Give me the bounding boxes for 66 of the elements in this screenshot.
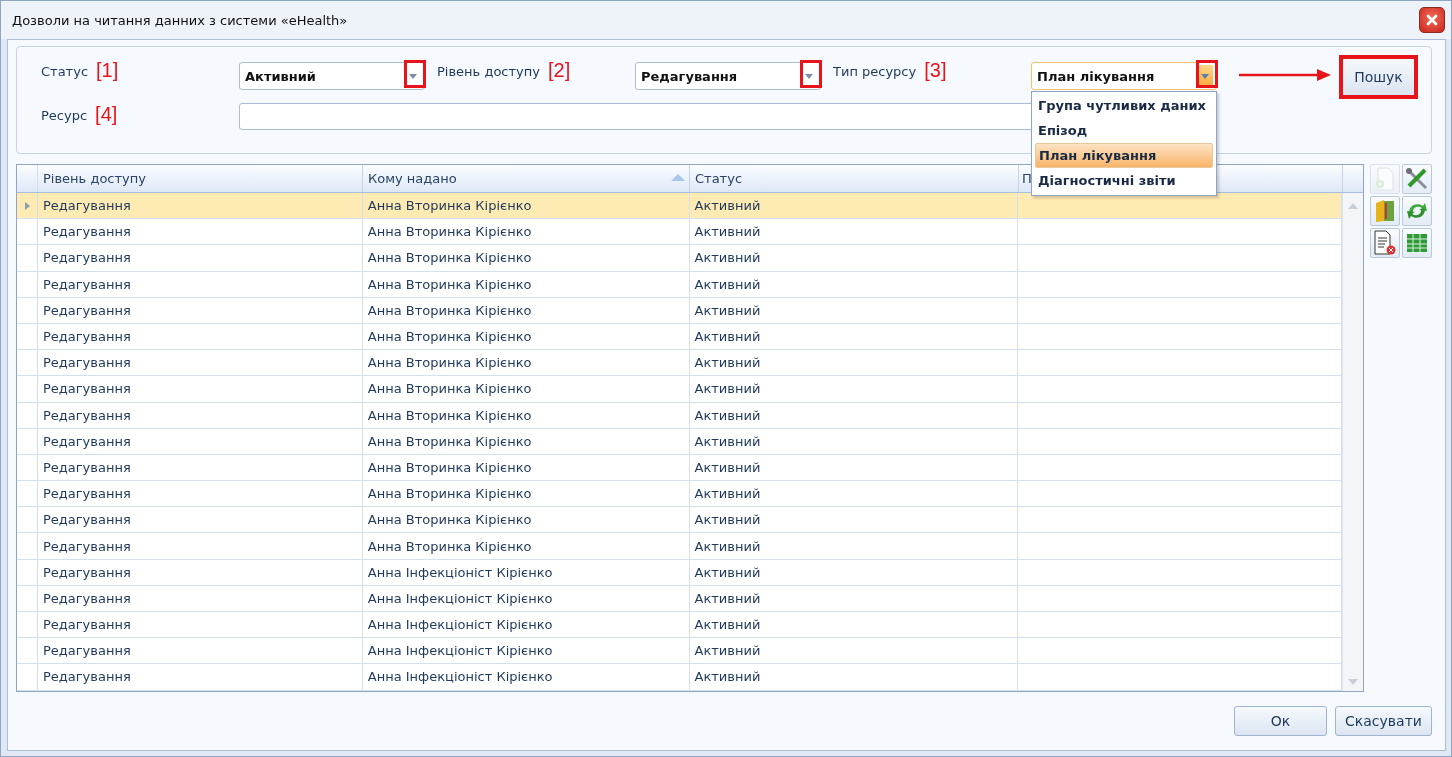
table-cell: Анна Вторинка Кірієнко (362, 481, 690, 507)
table-cell: Анна Вторинка Кірієнко (362, 402, 690, 428)
table-cell: Редагування (38, 350, 363, 376)
field-label: Статус (41, 63, 89, 79)
window-title: Дозволи на читання данних з системи «eHealth» (12, 12, 348, 28)
table-cell: Анна Інфекціоніст Кірієнко (362, 612, 690, 638)
table-cell: Редагування (38, 612, 363, 638)
table-cell: Редагування (38, 585, 363, 611)
table-cell: Активний (689, 559, 1019, 585)
table-cell: Редагування (38, 376, 363, 402)
table-cell: Редагування (38, 323, 363, 350)
annotation-number: [1] (96, 59, 119, 81)
table-cell: Активний (689, 664, 1019, 690)
table-cell: Активний (689, 428, 1019, 454)
table-cell: Анна Інфекціоніст Кірієнко (362, 638, 690, 664)
table-cell: Активний (689, 245, 1019, 271)
table-cell: Активний (689, 350, 1019, 376)
table-cell: Активний (689, 585, 1019, 611)
table-cell: Анна Вторинка Кірієнко (362, 219, 690, 245)
field-label: Тип ресурсу (833, 63, 917, 79)
table-cell: Анна Вторинка Кірієнко (362, 323, 690, 350)
table-cell: Анна Вторинка Кірієнко (362, 507, 690, 533)
table-cell: Анна Вторинка Кірієнко (362, 533, 690, 559)
table-cell: Редагування (38, 219, 363, 245)
table-cell: Анна Вторинка Кірієнко (362, 376, 690, 402)
table-cell: Редагування (38, 533, 363, 559)
field-label: Ресурс (41, 107, 88, 123)
table-cell: Активний (689, 612, 1019, 638)
table-cell: Анна Вторинка Кірієнко (362, 428, 690, 454)
table-cell: Активний (689, 323, 1019, 350)
table-cell: Активний (689, 481, 1019, 507)
table-cell: Редагування (38, 454, 363, 481)
table-cell: Активний (689, 193, 1019, 219)
table-cell: Анна Інфекціоніст Кірієнко (362, 664, 690, 690)
table-cell: Анна Вторинка Кірієнко (362, 193, 690, 219)
table-cell: Редагування (38, 638, 363, 664)
table-cell: Активний (689, 297, 1019, 323)
table-cell: Редагування (38, 664, 363, 690)
table-cell: Редагування (38, 193, 363, 219)
table-cell: Редагування (38, 428, 363, 454)
table-cell: Активний (689, 376, 1019, 402)
table-cell: Анна Інфекціоніст Кірієнко (362, 559, 690, 585)
table-cell: Активний (689, 638, 1019, 664)
table-cell: Активний (689, 219, 1019, 245)
table-cell: Активний (689, 454, 1019, 481)
table-cell: Редагування (38, 481, 363, 507)
annotation-number: [2] (547, 59, 571, 81)
table-cell: Редагування (38, 507, 363, 533)
table-cell: Активний (689, 507, 1019, 533)
table-cell: Редагування (38, 297, 363, 323)
table-cell: Активний (689, 533, 1019, 559)
table-cell: Редагування (38, 559, 363, 585)
annotation-number: [3] (924, 59, 947, 81)
table-cell: Анна Вторинка Кірієнко (362, 271, 690, 297)
table-cell: Редагування (38, 271, 363, 297)
table-cell: Редагування (38, 245, 363, 271)
table-cell: Анна Вторинка Кірієнко (362, 297, 690, 323)
table-cell: Анна Вторинка Кірієнко (362, 245, 690, 271)
table-cell: Активний (689, 271, 1019, 297)
table-cell: Анна Інфекціоніст Кірієнко (362, 585, 690, 611)
annotation-number: [4] (95, 103, 118, 125)
table-cell: Активний (689, 402, 1019, 428)
field-label: Рівень доступу (437, 63, 540, 79)
table-cell: Анна Вторинка Кірієнко (362, 454, 690, 481)
table-cell: Анна Вторинка Кірієнко (362, 350, 690, 376)
table-cell: Редагування (38, 402, 363, 428)
